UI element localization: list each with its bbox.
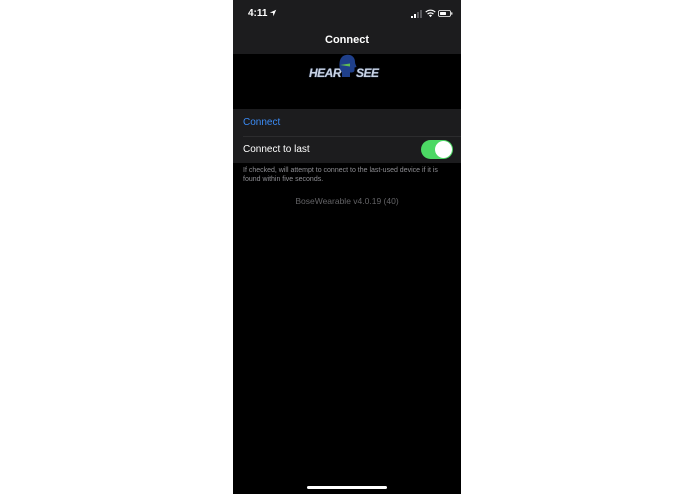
logo-banner: HEAR SEE	[233, 54, 461, 109]
connect-to-last-footnote: If checked, will attempt to connect to t…	[243, 167, 438, 183]
wifi-icon	[425, 9, 436, 18]
battery-icon	[438, 10, 453, 17]
page-title: Connect	[325, 34, 369, 46]
connect-to-last-row: Connect to last	[233, 136, 461, 163]
connect-to-last-label: Connect to last	[243, 144, 310, 155]
status-time: 4:11	[248, 8, 268, 19]
cellular-signal-icon	[411, 10, 422, 18]
logo-text-hear: HEAR	[309, 66, 342, 80]
phone-screen: 4:11 Connect HEAR SEE Connect Connect to…	[233, 0, 461, 494]
status-bar: 4:11	[233, 0, 461, 28]
connect-button[interactable]: Connect	[243, 117, 280, 128]
connect-settings-group: Connect Connect to last	[233, 109, 461, 163]
logo-text-see: SEE	[356, 66, 379, 80]
head-silhouette-icon	[339, 54, 357, 77]
toggle-knob	[435, 141, 452, 158]
location-arrow-icon	[269, 9, 277, 17]
home-indicator[interactable]	[307, 486, 387, 489]
navigation-bar: Connect	[233, 28, 461, 54]
version-label: BoseWearable v4.0.19 (40)	[295, 196, 399, 206]
hear2see-logo: HEAR SEE	[307, 54, 387, 84]
connect-to-last-toggle[interactable]	[421, 140, 453, 159]
connect-row[interactable]: Connect	[233, 109, 461, 136]
